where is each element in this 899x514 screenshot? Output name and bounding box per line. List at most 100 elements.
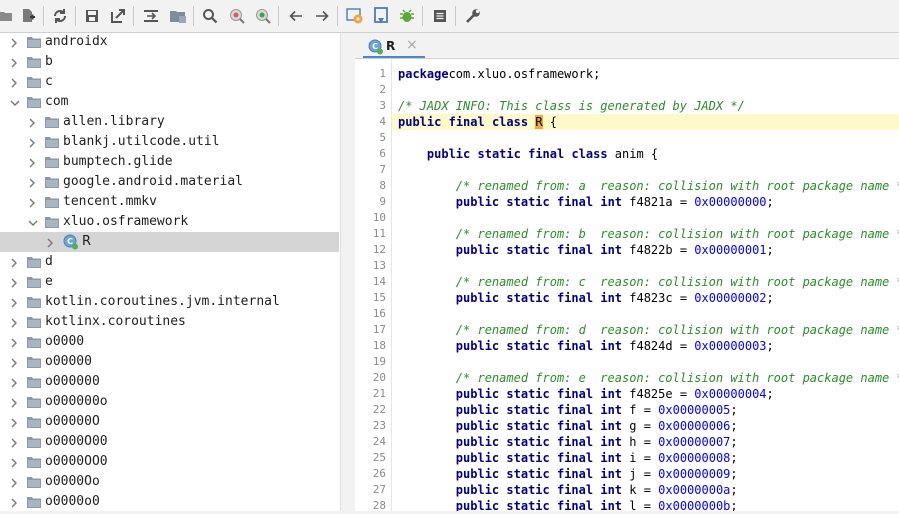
open-file-icon[interactable] <box>0 6 16 26</box>
chevron-right-icon[interactable] <box>10 77 18 88</box>
tree-row[interactable]: o0000O00 <box>0 432 339 452</box>
code-keyword: final <box>556 419 594 433</box>
tree-row[interactable]: kotlinx.coroutines <box>0 312 339 332</box>
code-text: f4822b = <box>622 243 695 257</box>
tree-row[interactable]: google.android.material <box>0 172 339 192</box>
svg-text:C: C <box>67 237 73 246</box>
tab-close-button[interactable]: × <box>406 38 418 52</box>
tree-row[interactable]: o0000o0 <box>0 492 339 511</box>
tree-row[interactable]: allen.library <box>0 112 339 132</box>
code-keyword: class <box>491 115 529 129</box>
code-line: public static final int j = 0x00000009; <box>392 466 899 482</box>
code-keyword: int <box>600 339 623 353</box>
forward-icon[interactable] <box>312 6 332 26</box>
chevron-right-icon[interactable] <box>10 317 18 328</box>
chevron-right-icon[interactable] <box>46 237 54 248</box>
code-keyword: public <box>455 291 500 305</box>
chevron-right-icon[interactable] <box>10 437 18 448</box>
chevron-right-icon[interactable] <box>10 497 18 508</box>
code-keyword: public <box>455 403 500 417</box>
tree-row[interactable]: blankj.utilcode.util <box>0 132 339 152</box>
tree-row[interactable]: o000000o <box>0 392 339 412</box>
tree-row[interactable]: androidx <box>0 33 339 52</box>
chevron-right-icon[interactable] <box>10 337 18 348</box>
log-icon[interactable] <box>430 6 450 26</box>
chevron-right-icon[interactable] <box>10 277 18 288</box>
chevron-down-icon[interactable] <box>10 97 20 107</box>
chevron-right-icon[interactable] <box>10 377 18 388</box>
code-keyword: final <box>556 403 594 417</box>
tab-r[interactable]: C R × <box>363 36 425 58</box>
package-folder-icon <box>27 496 41 508</box>
deobfuscation-icon[interactable] <box>345 6 365 26</box>
tree-row-label: R <box>82 234 92 249</box>
code-keyword: int <box>600 419 623 433</box>
add-files-icon[interactable] <box>18 6 38 26</box>
chevron-right-icon[interactable] <box>10 477 18 488</box>
tree-row[interactable]: d <box>0 252 339 272</box>
tree-row-label: com <box>45 94 69 109</box>
preferences-icon[interactable] <box>463 6 483 26</box>
tree-row-label: o000000o <box>45 394 108 409</box>
chevron-right-icon[interactable] <box>28 197 36 208</box>
tree-row[interactable]: o0000OO0 <box>0 452 339 472</box>
decompile-icon[interactable] <box>371 6 391 26</box>
chevron-right-icon[interactable] <box>10 257 18 268</box>
tree-row[interactable]: kotlin.coroutines.jvm.internal <box>0 292 339 312</box>
search-icon[interactable] <box>200 6 220 26</box>
tree-row[interactable]: o000000 <box>0 372 339 392</box>
chevron-right-icon[interactable] <box>10 57 18 68</box>
tree-row-label: e <box>45 274 53 289</box>
chevron-down-icon[interactable] <box>28 217 38 227</box>
chevron-right-icon[interactable] <box>10 357 18 368</box>
tree-row[interactable]: o00000 <box>0 352 339 372</box>
flatten-packages-icon[interactable] <box>168 6 188 26</box>
tree-row[interactable]: o0000 <box>0 332 339 352</box>
find-usages-icon[interactable] <box>253 6 273 26</box>
line-number: 3 <box>379 99 386 112</box>
back-icon[interactable] <box>286 6 306 26</box>
tree-row[interactable]: CR <box>0 232 339 252</box>
line-number: 10 <box>372 211 386 224</box>
chevron-right-icon[interactable] <box>10 457 18 468</box>
code-keyword: public <box>455 499 500 511</box>
tree-row[interactable]: o0000Oo <box>0 472 339 492</box>
chevron-right-icon[interactable] <box>28 157 36 168</box>
debug-icon[interactable] <box>397 6 417 26</box>
class-search-icon[interactable] <box>227 6 247 26</box>
tree-row[interactable]: xluo.osframework <box>0 212 339 232</box>
tree-row[interactable]: o00000O <box>0 412 339 432</box>
chevron-right-icon[interactable] <box>28 177 36 188</box>
tree-row[interactable]: c <box>0 72 339 92</box>
code-keyword: public <box>455 339 500 353</box>
chevron-right-icon[interactable] <box>28 117 36 128</box>
sync-with-editor-icon[interactable] <box>141 6 161 26</box>
save-icon[interactable] <box>82 6 102 26</box>
code-editor[interactable]: packagecom.xluo.osframework; /* JADX INFO… <box>392 59 899 511</box>
chevron-right-icon[interactable] <box>28 137 36 148</box>
chevron-right-icon[interactable] <box>10 417 18 428</box>
tree-row[interactable]: e <box>0 272 339 292</box>
tree-row[interactable]: com <box>0 92 339 112</box>
panel-splitter[interactable] <box>340 33 355 511</box>
code-keyword: final <box>556 243 594 257</box>
code-line: public static final int f4822b = 0x00000… <box>392 242 899 258</box>
chevron-right-icon[interactable] <box>10 37 18 48</box>
code-number: 0x0000000b <box>658 499 731 511</box>
project-tree[interactable]: androidx b c com allen.library blankj.utilcod… <box>0 33 340 511</box>
tree-row[interactable]: bumptech.glide <box>0 152 339 172</box>
code-text: f = <box>622 403 659 417</box>
tree-row[interactable]: b <box>0 52 339 72</box>
export-icon[interactable] <box>108 6 128 26</box>
code-text: g = <box>622 419 659 433</box>
tree-row[interactable]: tencent.mmkv <box>0 192 339 212</box>
line-number: 21 <box>372 387 386 400</box>
package-folder-icon <box>45 216 59 228</box>
chevron-right-icon[interactable] <box>10 397 18 408</box>
chevron-right-icon[interactable] <box>10 297 18 308</box>
sync-icon[interactable] <box>50 6 70 26</box>
line-number: 4 <box>379 115 386 128</box>
code-keyword: static <box>506 467 550 481</box>
